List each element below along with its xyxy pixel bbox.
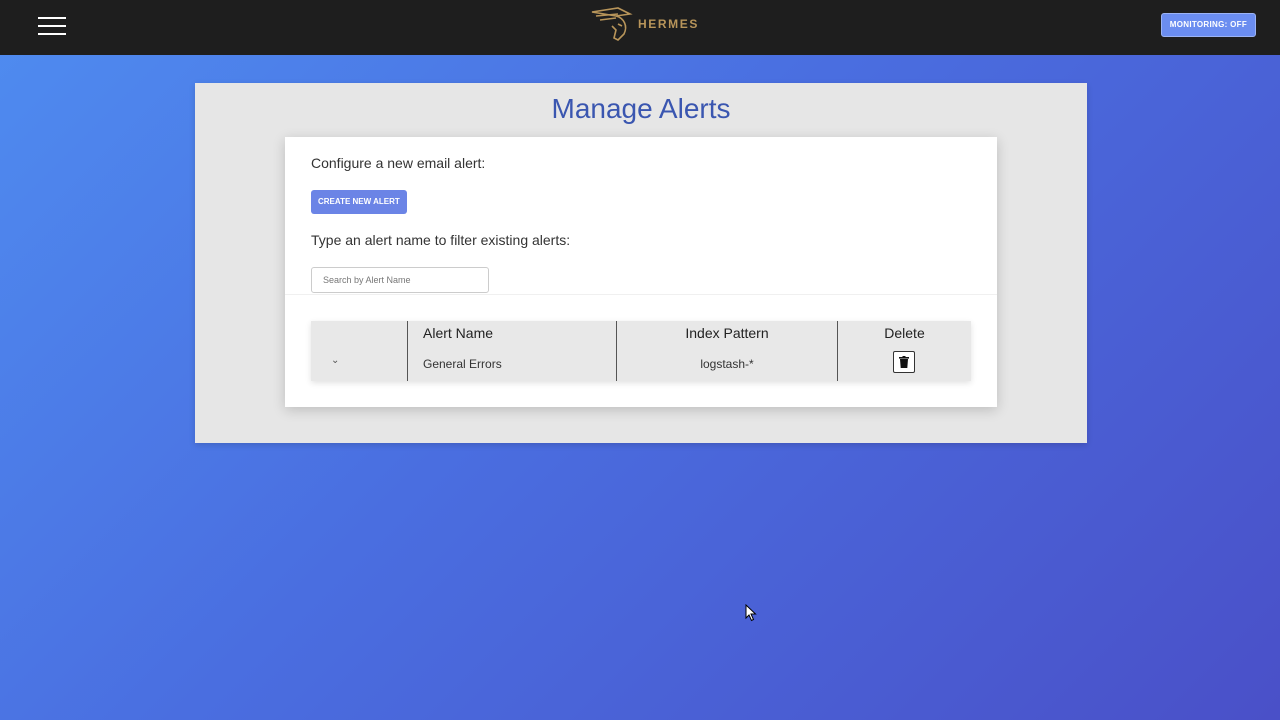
chevron-down-icon[interactable]: ⌄ xyxy=(331,355,339,366)
filter-alerts-label: Type an alert name to filter existing al… xyxy=(311,232,571,248)
manage-alerts-panel: Manage Alerts Configure a new email aler… xyxy=(195,83,1087,443)
monitoring-toggle-button[interactable]: MONITORING: OFF xyxy=(1160,13,1256,37)
hermes-helmet-icon xyxy=(591,7,633,41)
alert-name-column: Alert Name General Errors xyxy=(408,321,616,381)
trash-icon xyxy=(899,356,909,368)
delete-header: Delete xyxy=(884,325,925,341)
alert-name-header: Alert Name xyxy=(423,325,494,341)
configure-alert-label: Configure a new email alert: xyxy=(311,155,486,171)
top-navbar: HERMES MONITORING: OFF xyxy=(0,0,1280,55)
search-alert-name-input[interactable] xyxy=(311,267,489,293)
delete-column: Delete xyxy=(838,321,971,381)
brand-name: HERMES xyxy=(638,17,699,31)
hamburger-menu-icon[interactable] xyxy=(38,15,66,37)
alerts-table: ⌄ Alert Name General Errors Index Patter… xyxy=(311,321,971,381)
index-pattern-header: Index Pattern xyxy=(685,325,769,341)
create-new-alert-button[interactable]: CREATE NEW ALERT xyxy=(311,190,407,214)
section-divider xyxy=(285,294,997,295)
hermes-logo[interactable]: HERMES xyxy=(588,4,699,44)
mouse-pointer-icon xyxy=(745,604,757,622)
page-title: Manage Alerts xyxy=(551,93,731,124)
alerts-card: Configure a new email alert: CREATE NEW … xyxy=(285,137,997,407)
alert-name-cell: General Errors xyxy=(423,357,502,371)
expand-column: ⌄ xyxy=(311,321,407,381)
index-pattern-column: Index Pattern logstash-* xyxy=(617,321,837,381)
index-pattern-cell: logstash-* xyxy=(700,357,754,371)
delete-alert-button[interactable] xyxy=(893,351,915,373)
